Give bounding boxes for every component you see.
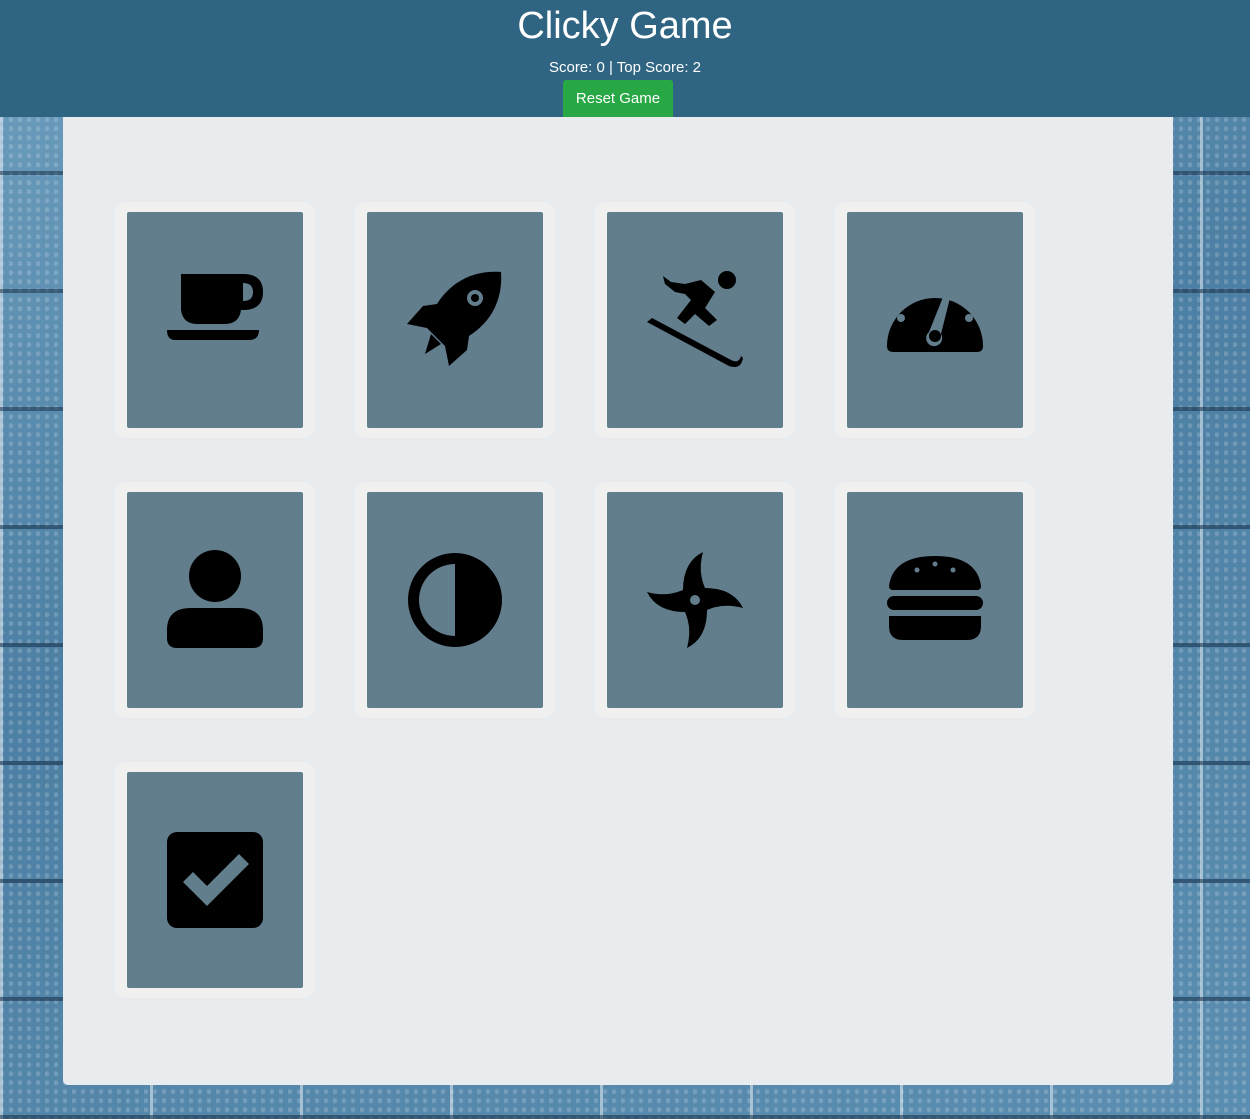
card-face[interactable]: [847, 212, 1023, 428]
card-hamburger[interactable]: [835, 482, 1035, 718]
card-rocket[interactable]: [355, 202, 555, 438]
pinwheel-fan-icon: [647, 552, 743, 648]
speedometer-icon: [887, 284, 983, 352]
checkbox-checked-icon: [167, 832, 263, 928]
card-face[interactable]: [607, 492, 783, 708]
card-user[interactable]: [115, 482, 315, 718]
user-icon: [167, 550, 263, 648]
coffee-cup-icon: [167, 274, 263, 340]
game-board: [63, 117, 1173, 1085]
card-face[interactable]: [367, 492, 543, 708]
card-speedometer[interactable]: [835, 202, 1035, 438]
card-face[interactable]: [847, 492, 1023, 708]
header-bar: Clicky Game Score: 0 | Top Score: 2 Rese…: [0, 0, 1250, 117]
card-checkbox[interactable]: [115, 762, 315, 998]
hamburger-icon: [887, 556, 983, 640]
card-skier[interactable]: [595, 202, 795, 438]
page-title: Clicky Game: [517, 5, 733, 47]
card-face[interactable]: [127, 212, 303, 428]
adjust-contrast-icon: [408, 553, 502, 647]
score-display: Score: 0 | Top Score: 2: [548, 59, 702, 76]
card-coffee[interactable]: [115, 202, 315, 438]
reset-game-button[interactable]: Reset Game: [563, 80, 673, 117]
card-contrast[interactable]: [355, 482, 555, 718]
card-face[interactable]: [607, 212, 783, 428]
rocket-icon: [407, 271, 502, 366]
card-pinwheel[interactable]: [595, 482, 795, 718]
card-face[interactable]: [127, 772, 303, 988]
skier-icon: [647, 271, 743, 367]
card-face[interactable]: [127, 492, 303, 708]
card-face[interactable]: [367, 212, 543, 428]
